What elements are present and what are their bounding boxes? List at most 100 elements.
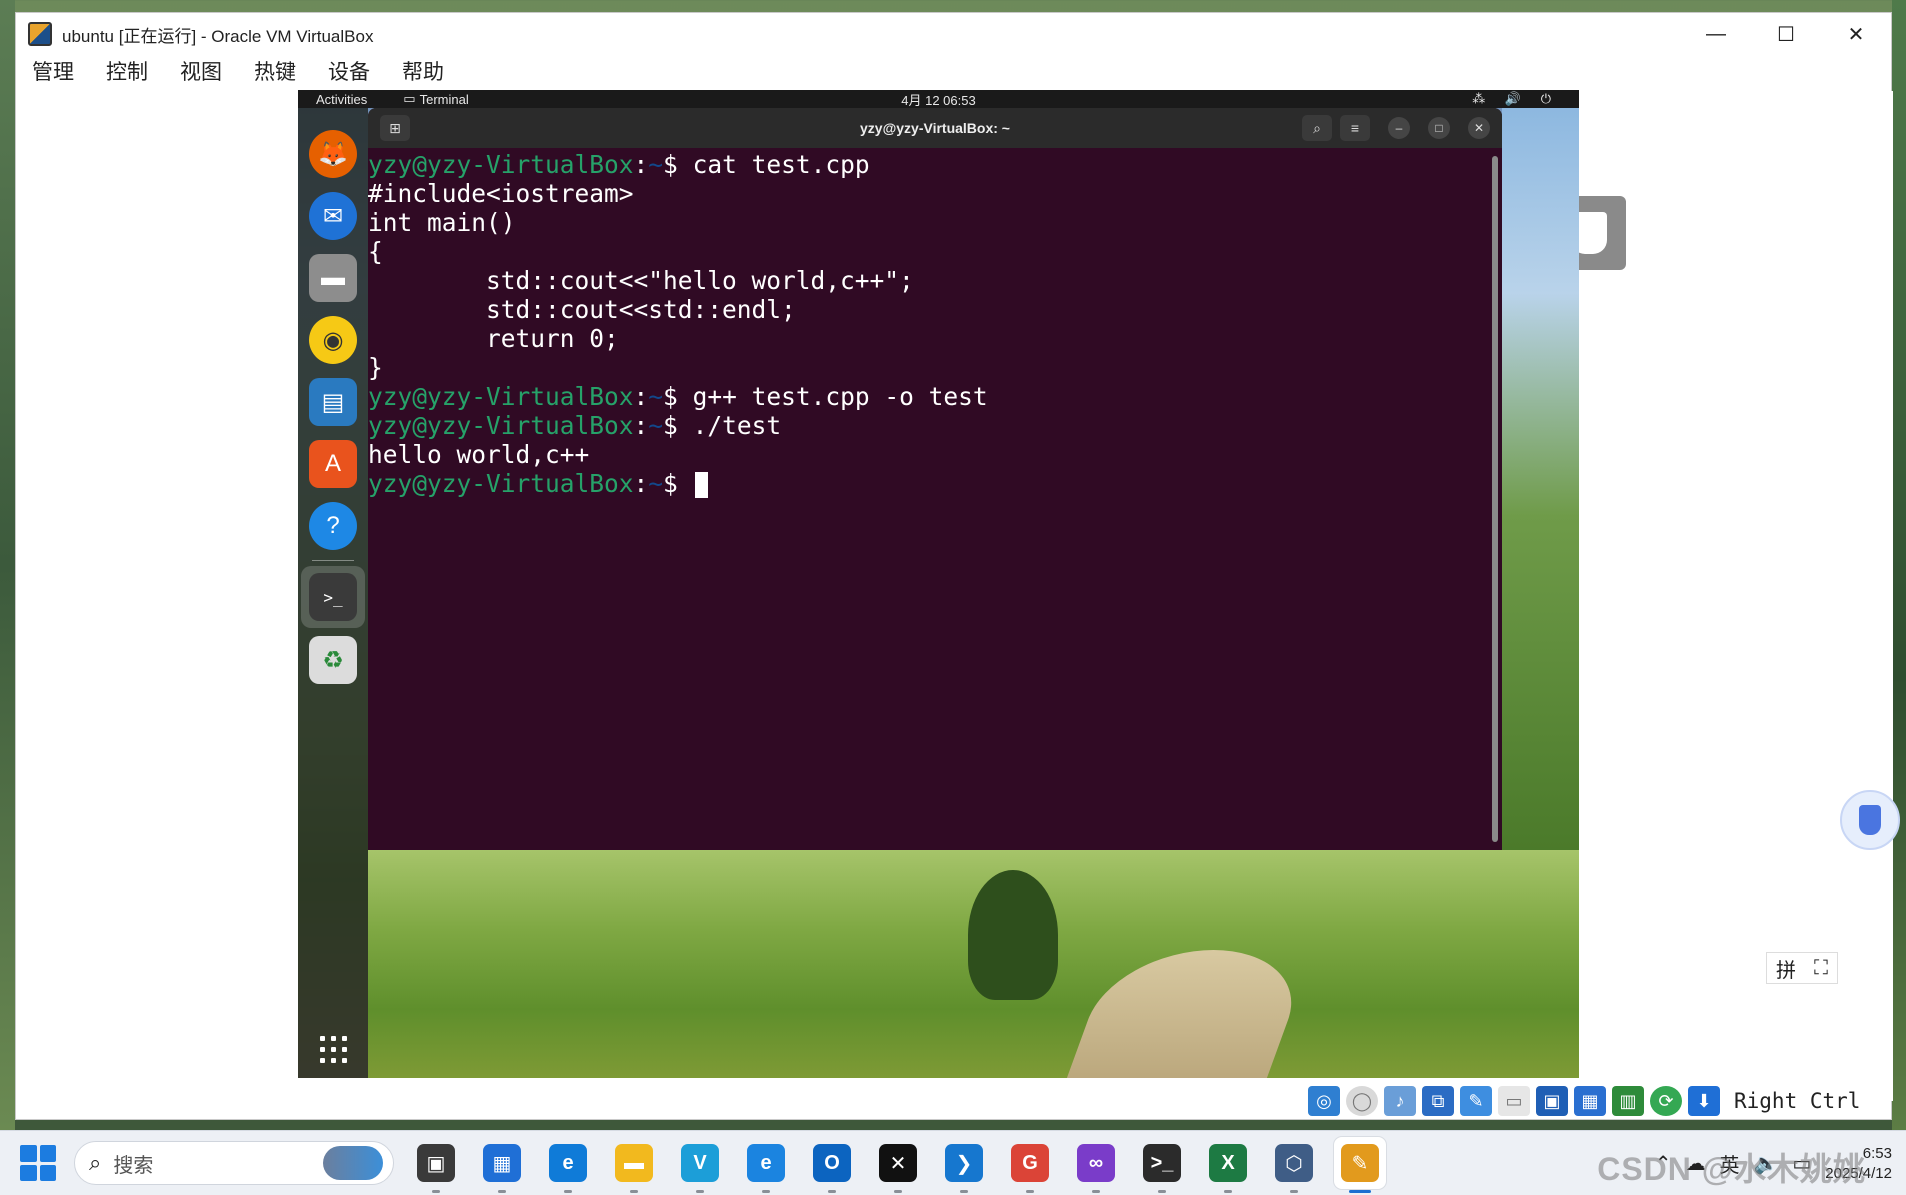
ime-mode-label[interactable]: 拼 xyxy=(1776,954,1796,983)
terminal-window[interactable]: ⊞ yzy@yzy-VirtualBox: ~ ⌕ ≡ – □ ✕ yzy@yz… xyxy=(368,108,1502,850)
virtualbox-vm-glyph: ✎ xyxy=(1341,1144,1379,1182)
terminal-close-button[interactable]: ✕ xyxy=(1468,117,1490,139)
windows-terminal-glyph: >_ xyxy=(1143,1144,1181,1182)
running-indicator xyxy=(762,1190,770,1193)
topbar-app-menu[interactable]: ▭ Terminal xyxy=(403,91,468,107)
edge-ai-icon[interactable]: e xyxy=(740,1137,792,1193)
hamburger-menu-icon[interactable]: ≡ xyxy=(1340,115,1370,141)
output-text: #include<iostream> xyxy=(368,179,634,208)
activities-button[interactable]: Activities xyxy=(316,92,367,107)
edge-ai-glyph: e xyxy=(747,1144,785,1182)
prompt-path: ~ xyxy=(648,382,664,411)
terminal-title: yzy@yzy-VirtualBox: ~ xyxy=(860,120,1010,136)
maximize-button[interactable]: ☐ xyxy=(1751,13,1821,55)
virtualbox-vm-icon[interactable]: ✎ xyxy=(1334,1137,1386,1193)
shared-folder-icon[interactable]: ▭ xyxy=(1498,1086,1530,1116)
output-text: std::cout<<std::endl; xyxy=(368,295,796,324)
vm-display-margin-left xyxy=(16,91,299,1101)
visual-studio-icon[interactable]: ∞ xyxy=(1070,1137,1122,1193)
terminal-output-line: hello world,c++ xyxy=(368,440,1502,469)
thunderbird-icon[interactable]: ✉ xyxy=(309,192,357,240)
terminal-output-line: #include<iostream> xyxy=(368,179,1502,208)
outlook-icon[interactable]: O xyxy=(806,1137,858,1193)
usb-icon[interactable]: ✎ xyxy=(1460,1086,1492,1116)
menu-view[interactable]: 视图 xyxy=(164,56,238,86)
trash-icon[interactable]: ♻ xyxy=(309,636,357,684)
terminal-scrollbar[interactable] xyxy=(1492,156,1498,842)
menu-control[interactable]: 控制 xyxy=(90,56,164,86)
close-button[interactable]: ✕ xyxy=(1821,13,1891,55)
ime-toolbar[interactable]: 拼 ⛶ xyxy=(1766,952,1838,984)
prompt-dollar: $ xyxy=(663,469,693,498)
terminal-output-line: std::cout<<"hello world,c++"; xyxy=(368,266,1502,295)
search-icon[interactable]: ⌕ xyxy=(1302,115,1332,141)
prompt-path: ~ xyxy=(648,469,664,498)
running-indicator xyxy=(960,1190,968,1193)
keyboard-icon[interactable]: ⬇ xyxy=(1688,1086,1720,1116)
cpu-icon[interactable]: ▥ xyxy=(1612,1086,1644,1116)
app-v-glyph: V xyxy=(681,1144,719,1182)
software-store-icon[interactable]: A xyxy=(309,440,357,488)
floating-assistant-icon[interactable] xyxy=(1840,790,1900,850)
prompt-user: yzy@yzy-VirtualBox xyxy=(368,469,634,498)
menu-manage[interactable]: 管理 xyxy=(16,56,90,86)
terminal-output-line: std::cout<<std::endl; xyxy=(368,295,1502,324)
new-tab-button[interactable]: ⊞ xyxy=(380,115,410,141)
windows-start-button[interactable] xyxy=(20,1145,56,1181)
terminal-icon[interactable]: >_ xyxy=(309,573,357,621)
microsoft-store-icon[interactable]: ▦ xyxy=(476,1137,528,1193)
taskbar-apps: ▣ ▦ e ▬ Ve O ✕ ❯ G ∞ >_ X ⬡ ✎ xyxy=(410,1137,1386,1193)
windows-terminal-icon[interactable]: >_ xyxy=(1136,1137,1188,1193)
topbar-clock[interactable]: 4月 12 06:53 xyxy=(901,90,975,109)
hard-disk-icon[interactable]: ◎ xyxy=(1308,1086,1340,1116)
output-text: std::cout<<"hello world,c++"; xyxy=(368,266,914,295)
show-apps-icon[interactable] xyxy=(320,1036,348,1064)
mouse-integration-icon[interactable]: ⟳ xyxy=(1650,1086,1682,1116)
help-icon[interactable]: ? xyxy=(309,502,357,550)
terminal-output[interactable]: yzy@yzy-VirtualBox:~$ cat test.cpp #inclu… xyxy=(368,148,1502,498)
menu-bar: 管理 控制 视图 热键 设备 帮助 xyxy=(16,55,1891,87)
task-view-glyph: ▣ xyxy=(417,1144,455,1182)
capcut-glyph: ✕ xyxy=(879,1144,917,1182)
guest-screen[interactable]: Activities ▭ Terminal 4月 12 06:53 ⁂ 🔊 ⏻ … xyxy=(298,90,1579,1078)
optical-drive-icon[interactable]: ◯ xyxy=(1346,1086,1378,1116)
virtualbox-manager-icon[interactable]: ⬡ xyxy=(1268,1137,1320,1193)
system-tray-icons[interactable]: ⁂ 🔊 ⏻ xyxy=(1472,91,1559,107)
prompt-separator: : xyxy=(633,469,649,498)
ime-expand-icon[interactable]: ⛶ xyxy=(1814,957,1828,980)
chrome-icon[interactable]: G xyxy=(1004,1137,1056,1193)
terminal-minimize-button[interactable]: – xyxy=(1388,117,1410,139)
vscode-glyph: ❯ xyxy=(945,1144,983,1182)
running-indicator xyxy=(1290,1190,1298,1193)
file-explorer-icon[interactable]: ▬ xyxy=(608,1137,660,1193)
recording-icon[interactable]: ▦ xyxy=(1574,1086,1606,1116)
menu-devices[interactable]: 设备 xyxy=(312,56,386,86)
terminal-cursor xyxy=(694,472,708,498)
terminal-maximize-button[interactable]: □ xyxy=(1428,117,1450,139)
taskbar-search-box[interactable]: ⌕ 搜索 xyxy=(74,1141,394,1185)
minimize-button[interactable]: — xyxy=(1681,13,1751,55)
capcut-icon[interactable]: ✕ xyxy=(872,1137,924,1193)
network-icon[interactable]: ⧉ xyxy=(1422,1086,1454,1116)
display-icon[interactable]: ▣ xyxy=(1536,1086,1568,1116)
excel-icon[interactable]: X xyxy=(1202,1137,1254,1193)
edge-icon[interactable]: e xyxy=(542,1137,594,1193)
command-text: cat test.cpp xyxy=(692,150,870,179)
menu-help[interactable]: 帮助 xyxy=(386,56,460,86)
rhythmbox-icon[interactable]: ◉ xyxy=(309,316,357,364)
running-indicator xyxy=(1349,1190,1371,1193)
task-view-icon[interactable]: ▣ xyxy=(410,1137,462,1193)
firefox-icon[interactable]: 🦊 xyxy=(309,130,357,178)
menu-hotkeys[interactable]: 热键 xyxy=(238,56,312,86)
window-title: ubuntu [正在运行] - Oracle VM VirtualBox xyxy=(62,26,374,46)
app-v-icon[interactable]: V xyxy=(674,1137,726,1193)
prompt-user: yzy@yzy-VirtualBox xyxy=(368,382,634,411)
audio-icon[interactable]: ♪ xyxy=(1384,1086,1416,1116)
running-indicator xyxy=(432,1190,440,1193)
vscode-icon[interactable]: ❯ xyxy=(938,1137,990,1193)
prompt-user: yzy@yzy-VirtualBox xyxy=(368,411,634,440)
files-icon[interactable]: ▬ xyxy=(309,254,357,302)
wallpaper-sky xyxy=(1502,108,1579,850)
running-indicator xyxy=(696,1190,704,1193)
libreoffice-writer-icon[interactable]: ▤ xyxy=(309,378,357,426)
